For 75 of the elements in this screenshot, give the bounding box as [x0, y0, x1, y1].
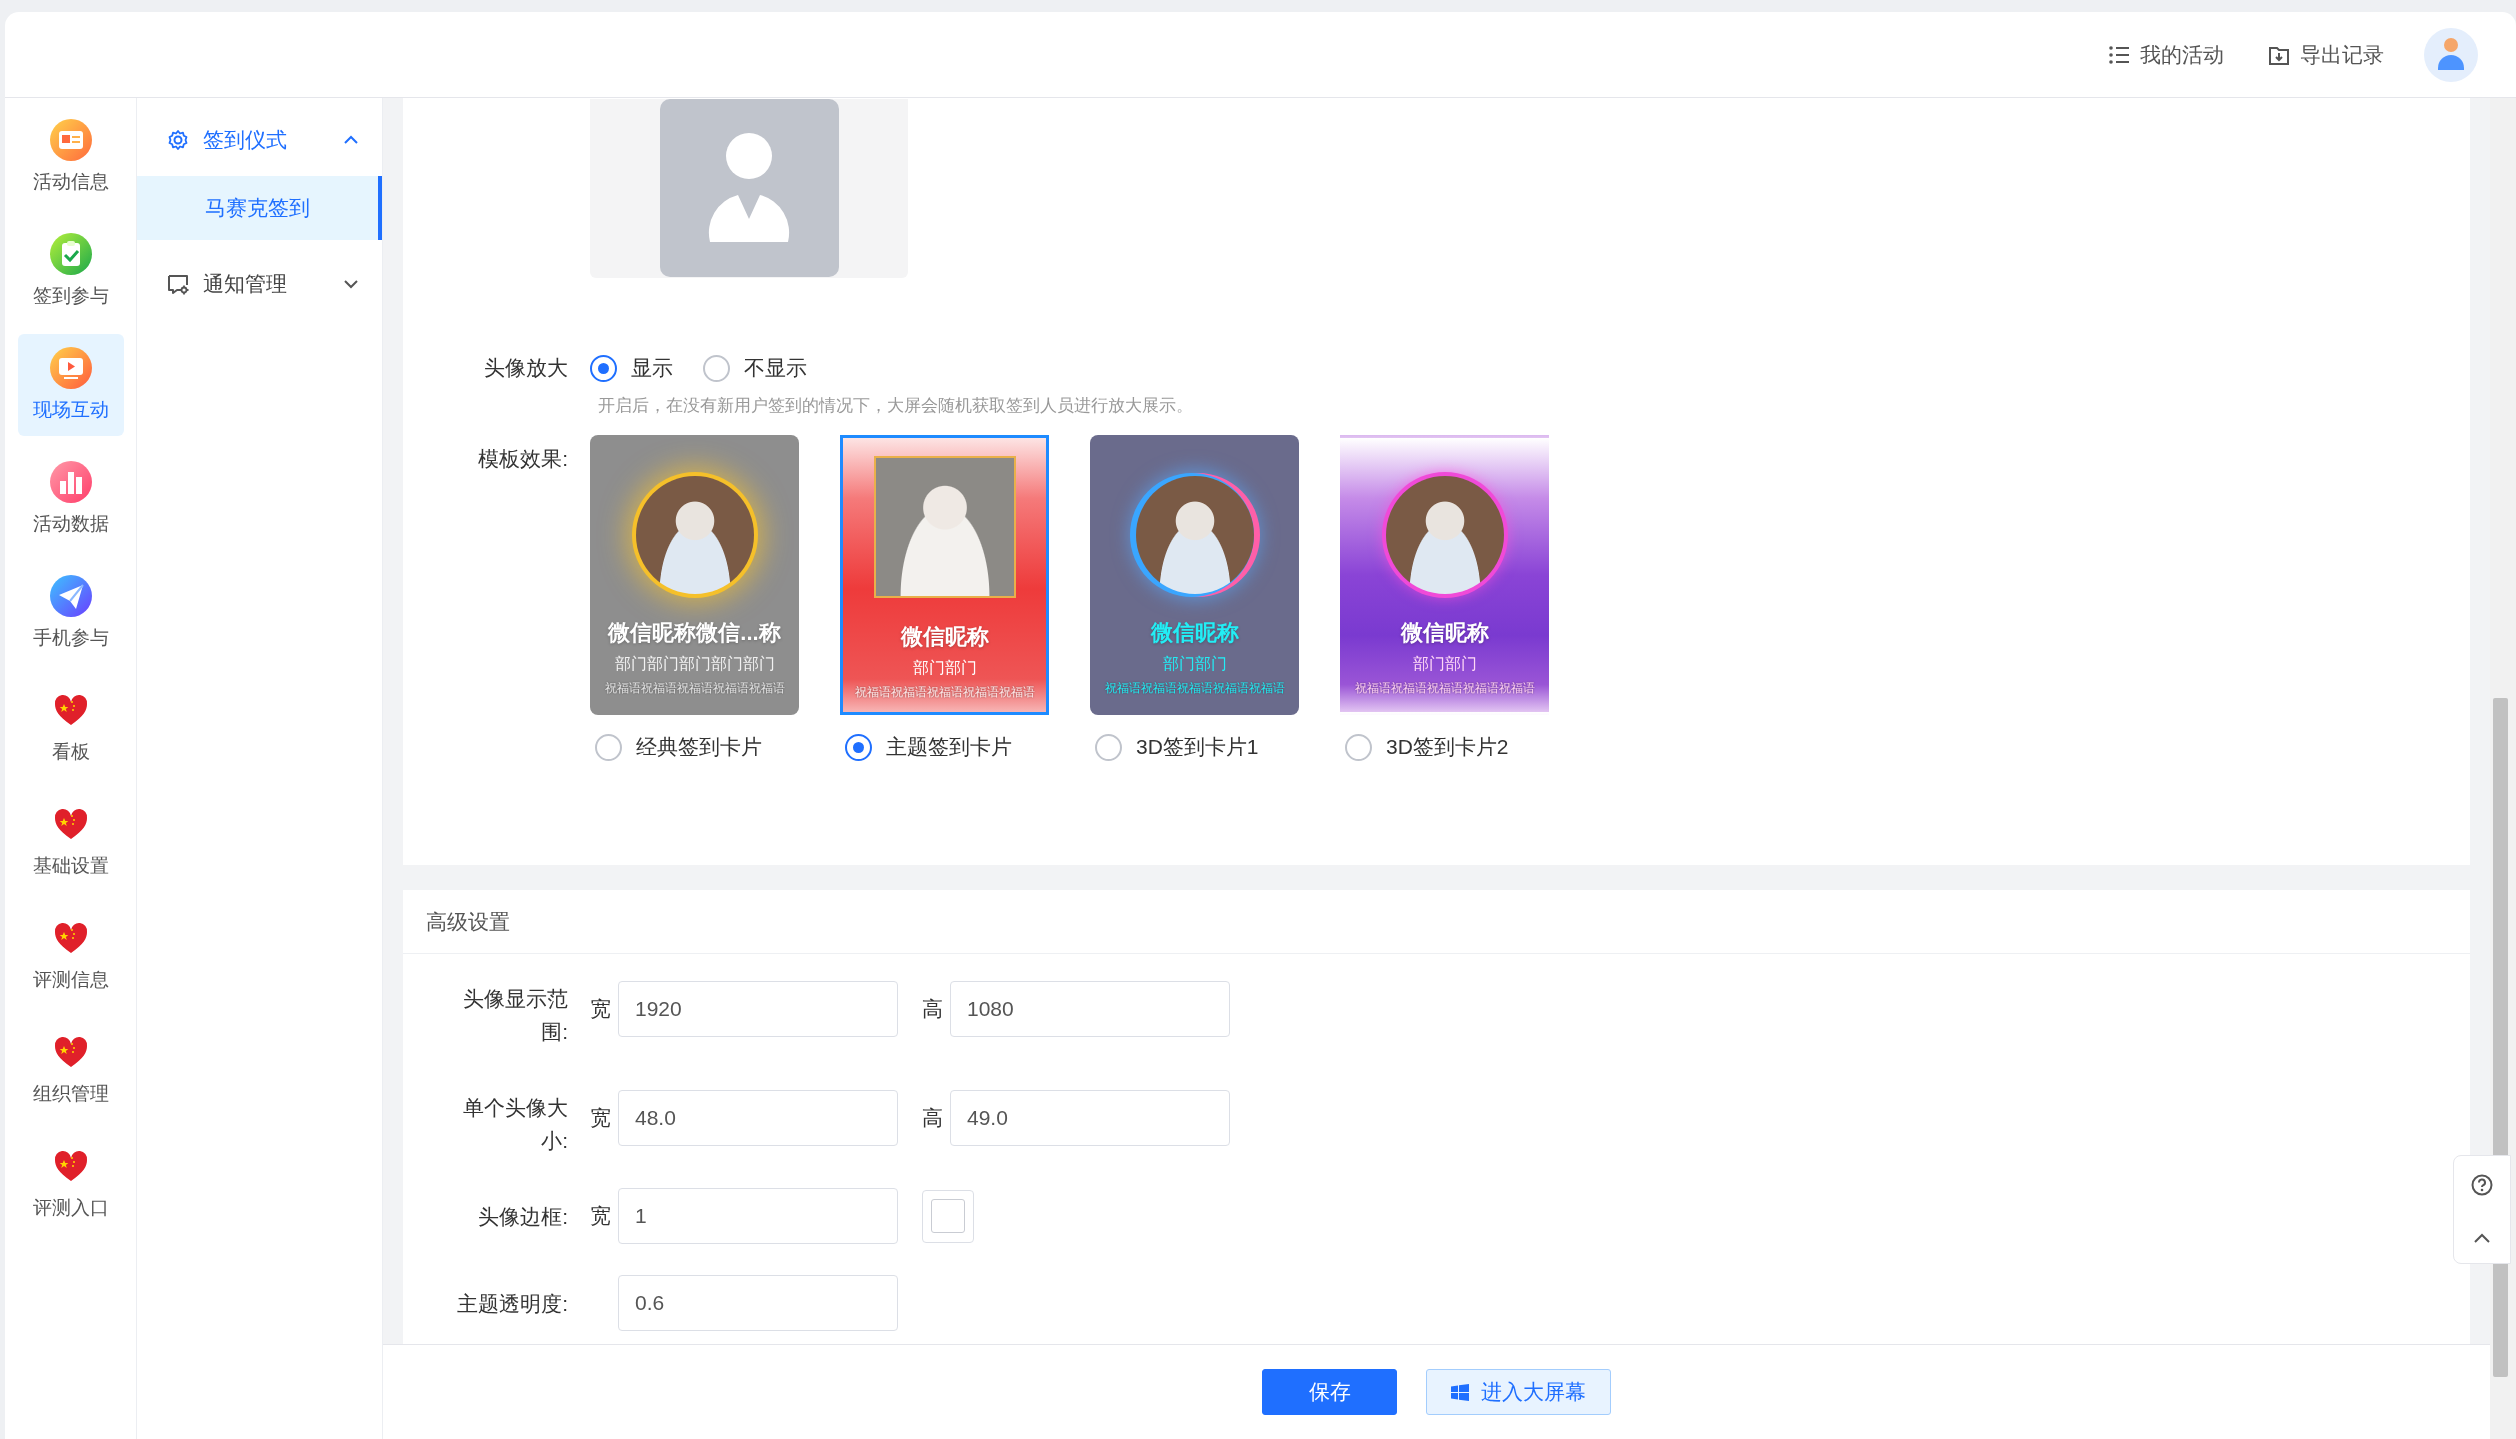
blessing-text: 祝福语祝福语祝福语祝福语祝福语 — [604, 680, 785, 697]
template-card[interactable]: 微信昵称 部门部门 祝福语祝福语祝福语祝福语祝福语 — [1340, 435, 1549, 715]
color-picker[interactable] — [922, 1189, 974, 1243]
field-prefix: 宽 — [590, 1203, 610, 1229]
field-prefix: 宽 — [590, 996, 610, 1022]
section-title: 高级设置 — [403, 890, 2470, 954]
radio-button[interactable] — [590, 354, 617, 382]
input-field[interactable]: 1920 — [618, 981, 898, 1037]
radio-button[interactable] — [703, 354, 730, 382]
nav-item[interactable]: 签到参与 — [17, 220, 124, 322]
help-icon — [2471, 1173, 2493, 1196]
windows-icon — [1451, 1383, 1469, 1401]
nickname-text: 微信昵称 — [900, 623, 989, 651]
user-avatar-icon[interactable] — [2424, 27, 2478, 82]
nav-item[interactable]: 看板 — [17, 676, 124, 778]
header-link[interactable]: 我的活动 — [2104, 36, 2228, 73]
save-button[interactable]: 保存 — [1262, 1369, 1397, 1415]
menu-group[interactable]: 通知管理 — [137, 248, 382, 320]
department-text: 部门部门 — [1412, 654, 1477, 674]
input-field[interactable]: 49.0 — [950, 1090, 1230, 1146]
nickname-text: 微信昵称 — [1400, 619, 1489, 647]
input-field[interactable]: 1 — [618, 1188, 898, 1244]
radio-option[interactable]: 经典签到卡片 — [595, 727, 799, 767]
nav-item[interactable]: 手机参与 — [17, 562, 124, 664]
input-field[interactable]: 48.0 — [618, 1090, 898, 1146]
radio-option[interactable]: 主题签到卡片 — [845, 727, 1049, 767]
template-card[interactable]: 微信昵称 部门部门 祝福语祝福语祝福语祝福语祝福语 — [840, 435, 1049, 715]
bar-chart-icon — [49, 461, 92, 503]
field-prefix: 宽 — [590, 1105, 610, 1131]
header-link[interactable]: 导出记录 — [2264, 36, 2388, 73]
radio-option[interactable]: 显示 — [590, 354, 673, 382]
blessing-text: 祝福语祝福语祝福语祝福语祝福语 — [1354, 680, 1535, 697]
nav-item[interactable]: 基础设置 — [17, 790, 124, 892]
nav-item[interactable]: 现场互动 — [17, 334, 124, 436]
play-screen-icon — [49, 347, 92, 389]
nav-item[interactable]: 评测入口 — [17, 1132, 124, 1234]
fullscreen-button[interactable]: 进入大屏幕 — [1426, 1369, 1611, 1415]
nav-item[interactable]: 活动数据 — [17, 448, 124, 550]
radio-option[interactable]: 3D签到卡片1 — [1095, 727, 1299, 767]
nickname-text: 微信昵称微信...称 — [608, 619, 781, 647]
blessing-text: 祝福语祝福语祝福语祝福语祝福语 — [854, 684, 1035, 701]
nickname-text: 微信昵称 — [1150, 619, 1239, 647]
field-label: 头像放大 — [483, 355, 568, 381]
radio-button[interactable] — [1345, 733, 1372, 761]
department-text: 部门部门 — [912, 658, 977, 678]
field-prefix: 高 — [922, 996, 942, 1022]
radio-button[interactable] — [845, 733, 872, 761]
clipboard-check-icon — [49, 233, 92, 275]
radio-option[interactable]: 不显示 — [703, 354, 807, 382]
department-text: 部门部门部门部门部门 — [614, 654, 775, 674]
submenu-item[interactable]: 马赛克签到 — [137, 176, 382, 240]
field-label: 单个头像大小: — [462, 1095, 568, 1154]
field-prefix: 高 — [922, 1105, 942, 1131]
radio-button[interactable] — [1095, 733, 1122, 761]
blessing-text: 祝福语祝福语祝福语祝福语祝福语 — [1104, 680, 1285, 697]
radio-option[interactable]: 3D签到卡片2 — [1345, 727, 1549, 767]
paper-plane-icon — [49, 575, 92, 617]
gear-icon — [167, 129, 189, 151]
field-label: 头像边框: — [477, 1204, 568, 1230]
list-icon — [2108, 43, 2130, 66]
menu-group[interactable]: 签到仪式 — [137, 104, 382, 176]
nav-item[interactable]: 评测信息 — [17, 904, 124, 1006]
department-text: 部门部门 — [1162, 654, 1227, 674]
field-label: 主题透明度: — [456, 1291, 568, 1317]
input-field[interactable]: 1080 — [950, 981, 1230, 1037]
input-field[interactable]: 0.6 — [618, 1275, 898, 1331]
field-label: 头像显示范围: — [462, 986, 568, 1045]
nav-item[interactable]: 组织管理 — [17, 1018, 124, 1120]
field-label: 模板效果: — [477, 446, 568, 472]
radio-button[interactable] — [595, 733, 622, 761]
template-card[interactable]: 微信昵称 部门部门 祝福语祝福语祝福语祝福语祝福语 — [1090, 435, 1299, 715]
monitor-gear-icon — [167, 273, 189, 295]
nav-item[interactable]: 活动信息 — [17, 106, 124, 208]
hint-text: 开启后，在没有新用户签到的情况下，大屏会随机获取签到人员进行放大展示。 — [598, 395, 1194, 417]
id-card-icon — [49, 119, 92, 161]
